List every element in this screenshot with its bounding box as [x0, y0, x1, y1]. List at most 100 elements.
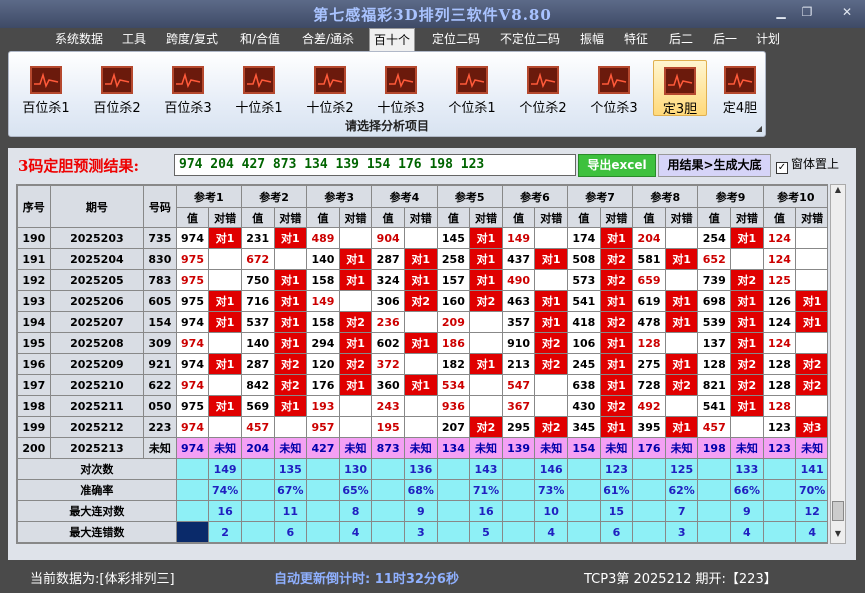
group-header[interactable]: 参考9 [697, 185, 764, 208]
table-row[interactable]: 191 2025204 830 975 672 140 对1 287 对1 258 对1 437 对1 5… [17, 248, 827, 270]
export-excel-button[interactable]: 导出excel [578, 154, 656, 177]
stat-value: 4 [730, 521, 764, 543]
stat-spacer [501, 458, 536, 480]
ref-value: 957 [306, 416, 340, 438]
table-row[interactable]: 196 2025209 921 974 对1 287 对2 120 对2 372 182 对1 213 对… [17, 353, 827, 375]
sub-header[interactable]: 对错 [534, 207, 569, 228]
sub-header[interactable]: 对错 [469, 207, 503, 228]
ref-value: 295 [501, 416, 536, 438]
table-row-pending[interactable]: 200 2025213 未知 974 未知 204 未知 427 未知 873 未知 134 未知 139… [17, 437, 827, 459]
group-header[interactable]: 参考8 [632, 185, 699, 208]
table-row[interactable]: 193 2025206 605 975 对1 716 对1 149 306 对2 160 对2 463 对… [17, 290, 827, 312]
group-header[interactable]: 参考2 [240, 185, 308, 208]
ref-value: 463 [501, 290, 536, 312]
ribbon-button-6[interactable]: 个位杀1 [442, 60, 502, 116]
sub-header[interactable]: 对错 [273, 207, 308, 228]
ref-value: 123 [762, 416, 797, 438]
menu-item-5[interactable]: 百十个 [369, 28, 416, 52]
vertical-scrollbar[interactable]: ▲ ▼ [830, 184, 846, 544]
ribbon-button-9[interactable]: 定3胆 [653, 60, 707, 117]
scroll-thumb[interactable] [832, 501, 844, 521]
sub-header[interactable]: 值 [240, 207, 275, 228]
menu-item-1[interactable]: 工具 [122, 30, 146, 47]
generate-base-button[interactable]: 用结果>生成大底 [658, 154, 771, 177]
column-header[interactable]: 期号 [49, 185, 145, 228]
column-header[interactable]: 号码 [143, 185, 177, 228]
ribbon-expand-icon[interactable]: ◢ [756, 124, 762, 133]
group-header[interactable]: 参考1 [175, 185, 242, 208]
menu-item-4[interactable]: 合差/通杀 [302, 30, 354, 47]
sub-header[interactable]: 值 [697, 207, 732, 228]
ref-value: 275 [632, 353, 666, 375]
menu-item-12[interactable]: 计划 [756, 30, 780, 47]
minimize-icon[interactable]: ▁ [770, 5, 792, 19]
stat-value: 74% [208, 479, 242, 501]
sub-header[interactable]: 对错 [730, 207, 764, 228]
chart-icon [456, 66, 488, 94]
column-header[interactable]: 序号 [17, 185, 51, 228]
group-header[interactable]: 参考4 [371, 185, 438, 208]
ref-result: 对1 [730, 395, 764, 417]
group-header[interactable]: 参考3 [306, 185, 373, 208]
table-row[interactable]: 194 2025207 154 974 对1 537 对1 158 对2 236 209 357 对1 4… [17, 311, 827, 333]
scroll-up-icon[interactable]: ▲ [831, 185, 845, 199]
sub-header[interactable]: 值 [762, 207, 797, 228]
sub-header[interactable]: 对错 [599, 207, 634, 228]
ref-result: 对2 [534, 332, 569, 354]
ribbon-button-10[interactable]: 定4胆 [713, 60, 767, 116]
menu-item-11[interactable]: 后一 [713, 30, 737, 47]
prediction-field[interactable]: 974 204 427 873 134 139 154 176 198 123 [174, 154, 576, 176]
ribbon-button-4[interactable]: 十位杀2 [300, 60, 360, 116]
group-header[interactable]: 参考5 [436, 185, 503, 208]
menu-item-10[interactable]: 后二 [669, 30, 693, 47]
sub-header[interactable]: 值 [567, 207, 601, 228]
ribbon-button-8[interactable]: 个位杀3 [584, 60, 644, 116]
menu-item-0[interactable]: 系统数据 [55, 30, 103, 47]
ref-result: 未知 [795, 437, 827, 459]
ribbon-button-2[interactable]: 百位杀3 [158, 60, 218, 116]
stat-value: 68% [403, 479, 438, 501]
close-icon[interactable]: ✕ [836, 5, 858, 19]
group-header[interactable]: 参考10 [762, 185, 827, 208]
table-row[interactable]: 198 2025211 050 975 对1 569 对1 193 243 936 367 430 对2… [17, 395, 827, 417]
table-row[interactable]: 195 2025208 309 974 140 对1 294 对1 602 对1 186 910 对2 1… [17, 332, 827, 354]
ribbon-button-3[interactable]: 十位杀1 [229, 60, 289, 116]
sub-header[interactable]: 对错 [664, 207, 699, 228]
table-row[interactable]: 197 2025210 622 974 842 对2 176 对1 360 对1 534 547 638… [17, 374, 827, 396]
ref-result: 对1 [599, 416, 634, 438]
maximize-icon[interactable]: ❐ [796, 5, 818, 19]
sub-header[interactable]: 值 [436, 207, 471, 228]
sub-header[interactable]: 值 [175, 207, 210, 228]
menu-item-9[interactable]: 特征 [624, 30, 648, 47]
sub-header[interactable]: 值 [371, 207, 405, 228]
group-header[interactable]: 参考7 [567, 185, 634, 208]
ribbon-button-7[interactable]: 个位杀2 [513, 60, 573, 116]
sub-header[interactable]: 对错 [338, 207, 373, 228]
stat-value: 70% [795, 479, 827, 501]
sub-header[interactable]: 值 [632, 207, 666, 228]
group-header[interactable]: 参考6 [501, 185, 569, 208]
ref-value: 236 [371, 311, 405, 333]
sub-header[interactable]: 对错 [208, 207, 242, 228]
sub-header[interactable]: 对错 [403, 207, 438, 228]
sub-header[interactable]: 值 [501, 207, 536, 228]
ref-result [338, 290, 373, 312]
sub-header[interactable]: 值 [306, 207, 340, 228]
scroll-down-icon[interactable]: ▼ [831, 529, 845, 543]
ref-result: 对2 [795, 374, 827, 396]
menu-item-7[interactable]: 不定位二码 [500, 30, 560, 47]
menu-item-3[interactable]: 和/合值 [240, 30, 280, 47]
menu-item-6[interactable]: 定位二码 [432, 30, 480, 47]
table-row[interactable]: 199 2025212 223 974 457 957 195 207 对2 295 对2 345 对1… [17, 416, 827, 438]
window-ontop-checkbox[interactable]: ✓ 窗体置上 [776, 155, 839, 174]
ribbon-button-5[interactable]: 十位杀3 [371, 60, 431, 116]
ribbon-button-1[interactable]: 百位杀2 [87, 60, 147, 116]
menu-item-2[interactable]: 跨度/复式 [166, 30, 218, 47]
menu-item-8[interactable]: 振幅 [580, 30, 604, 47]
ref-result: 对2 [534, 353, 569, 375]
checkbox-icon[interactable]: ✓ [776, 162, 788, 174]
table-row[interactable]: 192 2025205 783 975 750 对1 158 对1 324 对1 157 对1 490 5… [17, 269, 827, 291]
table-row[interactable]: 190 2025203 735 974 对1 231 对1 489 904 145 对1 149 174… [17, 227, 827, 249]
ribbon-button-0[interactable]: 百位杀1 [16, 60, 76, 116]
sub-header[interactable]: 对错 [795, 207, 827, 228]
